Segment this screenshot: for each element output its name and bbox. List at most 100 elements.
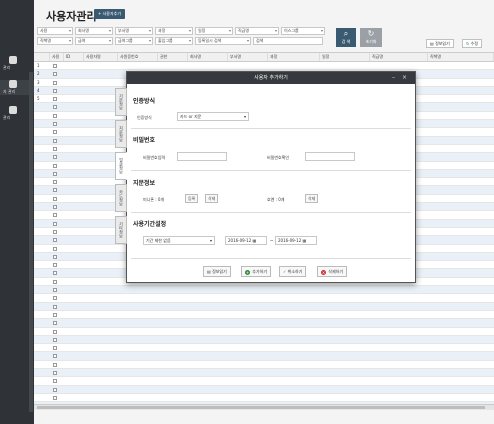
horizontal-scrollbar[interactable] <box>34 404 494 409</box>
row-checkbox[interactable] <box>53 138 57 143</box>
table-row[interactable] <box>34 385 494 394</box>
row-checkbox[interactable] <box>53 296 57 301</box>
column-header-permission[interactable]: 권한 <box>158 53 188 61</box>
row-checkbox[interactable] <box>53 171 57 176</box>
row-checkbox[interactable] <box>53 370 57 375</box>
search-button[interactable]: ⌕ 검 색 <box>336 28 356 47</box>
password-confirm-field[interactable] <box>305 152 355 161</box>
sidebar-item-user-manage[interactable]: 관리 <box>0 56 34 71</box>
row-checkbox[interactable] <box>53 205 57 210</box>
row-checkbox[interactable] <box>53 155 57 160</box>
calendar-icon[interactable]: ▦ <box>303 238 307 243</box>
tab-face[interactable]: 얼굴정보 <box>115 152 127 180</box>
row-checkbox[interactable] <box>53 80 57 85</box>
column-header-use[interactable]: 사용 <box>50 53 64 61</box>
filter-use-select[interactable]: 사용 ▾ <box>37 27 73 35</box>
info-read-button[interactable]: ▤ 정보읽기 <box>426 39 454 48</box>
row-checkbox[interactable] <box>53 146 57 151</box>
start-date-field[interactable]: 2016-09-12 ▦ <box>225 236 267 245</box>
row-checkbox[interactable] <box>53 379 57 384</box>
calendar-icon[interactable]: ▦ <box>253 238 257 243</box>
edit-button[interactable]: ↻ 수정 <box>462 39 483 48</box>
filter-position-select[interactable]: 직책명 ▾ <box>37 37 73 45</box>
filter-group-select[interactable]: 이스그룹 ▾ <box>281 27 325 35</box>
row-checkbox[interactable] <box>53 213 57 218</box>
row-checkbox[interactable] <box>53 354 57 359</box>
row-checkbox[interactable] <box>53 72 57 77</box>
fingerprint-register-button[interactable]: 등록 <box>185 194 199 203</box>
row-checkbox[interactable] <box>53 337 57 342</box>
table-row[interactable] <box>34 352 494 361</box>
tab-card[interactable]: 카드정보 <box>115 184 127 212</box>
info-read-button[interactable]: ▤ 정보읽기 <box>203 266 231 277</box>
delete-button[interactable]: × 삭제하기 <box>317 266 348 277</box>
row-checkbox[interactable] <box>53 88 57 93</box>
password-field[interactable] <box>177 152 227 161</box>
filter-department-select[interactable]: 부서명 ▾ <box>115 27 153 35</box>
row-checkbox[interactable] <box>53 271 57 276</box>
auth-method-select[interactable]: 카드 or 지문 ▾ <box>177 112 249 121</box>
add-button[interactable]: + 추가하기 <box>241 266 272 277</box>
filter-access-group-select[interactable]: 출입그룹 ▾ <box>155 37 193 45</box>
table-row[interactable] <box>34 344 494 353</box>
column-header-rank[interactable]: 직급명 <box>370 53 428 61</box>
close-icon[interactable]: × <box>402 72 407 84</box>
row-checkbox[interactable] <box>53 254 57 259</box>
row-checkbox[interactable] <box>53 329 57 334</box>
minimize-icon[interactable]: – <box>392 72 395 84</box>
row-checkbox[interactable] <box>53 395 57 400</box>
row-checkbox[interactable] <box>53 97 57 102</box>
table-row[interactable] <box>34 377 494 386</box>
add-user-button[interactable]: + 사용자추가 <box>94 9 126 19</box>
column-header-name[interactable]: 사용자명 <box>84 53 118 61</box>
filter-rank-select[interactable]: 직급명 ▾ <box>235 27 279 35</box>
column-header-position[interactable]: 직책명 <box>428 53 494 61</box>
filter-salary-select[interactable]: 급여 ▾ <box>75 37 113 45</box>
row-checkbox[interactable] <box>53 387 57 392</box>
row-checkbox[interactable] <box>53 304 57 309</box>
row-checkbox[interactable] <box>53 312 57 317</box>
table-row[interactable] <box>34 286 494 295</box>
row-checkbox[interactable] <box>53 122 57 127</box>
row-checkbox[interactable] <box>53 113 57 118</box>
row-checkbox[interactable] <box>53 238 57 243</box>
table-row[interactable] <box>34 368 494 378</box>
row-checkbox[interactable] <box>53 229 57 234</box>
column-header-employee-no[interactable]: 사원증번호 <box>118 53 158 61</box>
row-checkbox[interactable] <box>53 163 57 168</box>
row-checkbox[interactable] <box>53 105 57 110</box>
table-row[interactable] <box>34 394 494 403</box>
filter-schedule-select[interactable]: 일정 ▾ <box>195 27 233 35</box>
column-header-course[interactable]: 과정 <box>268 53 320 61</box>
row-checkbox[interactable] <box>53 180 57 185</box>
filter-company-select[interactable]: 회사명 ▾ <box>75 27 113 35</box>
period-mode-select[interactable]: 기간 제한 없음 ▾ <box>143 236 215 245</box>
tab-other[interactable]: 기타정보 <box>115 216 127 244</box>
table-row[interactable] <box>34 328 494 336</box>
sidebar-scrollbar[interactable] <box>29 72 33 412</box>
column-header-schedule[interactable]: 일정 <box>320 53 370 61</box>
row-checkbox[interactable] <box>53 279 57 284</box>
fingerprint-delete-button[interactable]: 삭제 <box>205 194 219 203</box>
table-row[interactable] <box>34 361 494 369</box>
table-row[interactable] <box>34 319 494 328</box>
row-checkbox[interactable] <box>53 321 57 326</box>
row-checkbox[interactable] <box>53 130 57 135</box>
row-checkbox[interactable] <box>53 346 57 351</box>
row-checkbox[interactable] <box>53 288 57 293</box>
table-row[interactable] <box>34 311 494 320</box>
tab-fingerprint[interactable]: 지문정보 <box>115 120 127 148</box>
search-input[interactable]: 검색 <box>253 37 323 45</box>
table-row[interactable] <box>34 302 494 311</box>
reset-button[interactable]: ↻ 초기화 <box>360 28 382 47</box>
column-header-id[interactable]: ID <box>64 53 84 61</box>
table-row[interactable] <box>34 335 494 345</box>
scrollbar-thumb[interactable] <box>37 406 485 409</box>
end-date-field[interactable]: 2016-09-12 ▦ <box>275 236 317 245</box>
table-row[interactable]: 1 <box>34 62 494 71</box>
table-row[interactable] <box>34 294 494 303</box>
row-checkbox[interactable] <box>53 263 57 268</box>
column-header-department[interactable]: 부서명 <box>228 53 268 61</box>
filter-salary-group-select[interactable]: 급여그룹 ▾ <box>115 37 153 45</box>
filter-date-select[interactable]: 등록일시 검색 ▾ <box>195 37 251 45</box>
